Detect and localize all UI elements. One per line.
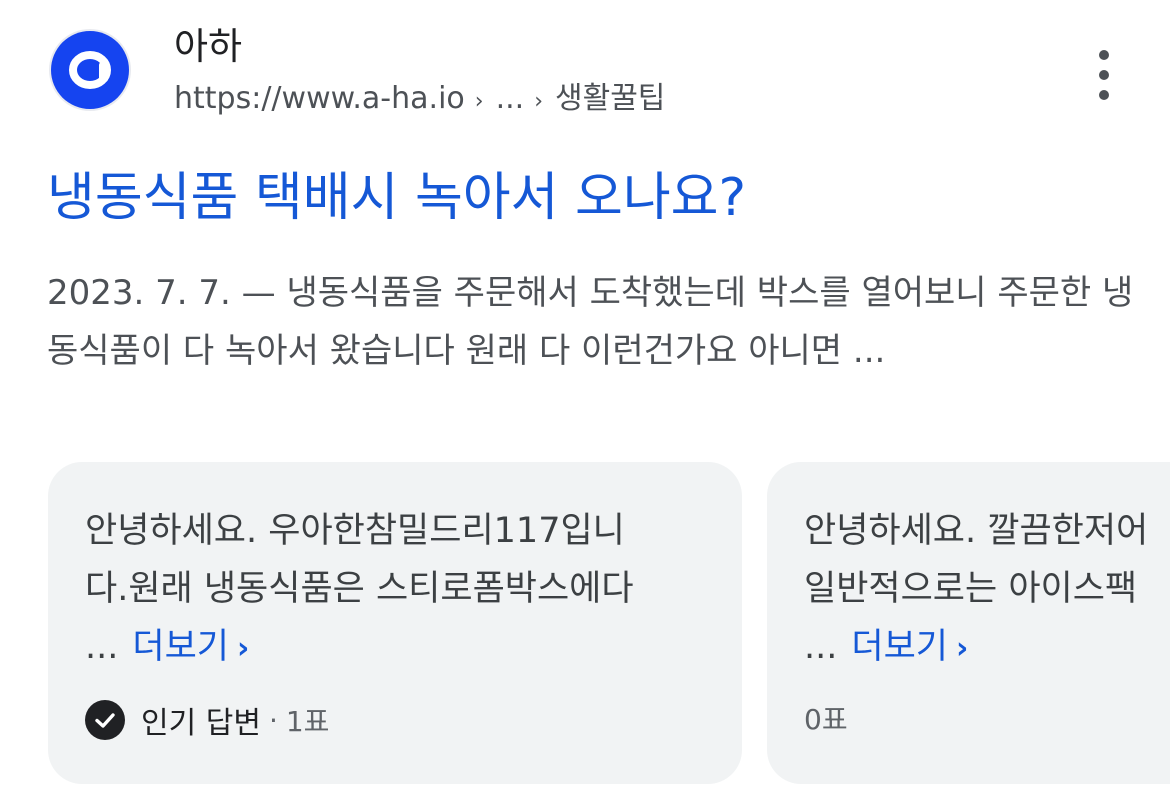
answer-footer: 인기 답변 · 1표 <box>85 698 329 742</box>
breadcrumb: https://www.a-ha.io ›... › 생활꿀팁 <box>174 80 665 121</box>
answer-line: 안녕하세요. 우아한참밀드리117입니 <box>85 511 625 551</box>
dot-icon <box>1099 70 1109 80</box>
chevron-right-icon: › <box>237 631 250 666</box>
more-link[interactable]: 더보기 › <box>132 627 249 667</box>
answer-line-more: ... 더보기 › <box>804 618 1170 676</box>
aha-logo-icon <box>51 31 129 109</box>
answer-card[interactable]: 안녕하세요. 우아한참밀드리117입니 다.원래 냉동식품은 스티로폼박스에다 … <box>48 462 742 784</box>
vote-count: 1표 <box>285 705 330 738</box>
more-options-button[interactable] <box>1084 50 1124 100</box>
more-link[interactable]: 더보기 › <box>851 627 968 667</box>
dot-icon <box>1099 50 1109 60</box>
breadcrumb-category: 생활꿀팁 <box>555 81 666 116</box>
check-circle-icon <box>85 700 125 740</box>
answer-text: 안녕하세요. 우아한참밀드리117입니 다.원래 냉동식품은 스티로폼박스에다 … <box>85 502 725 676</box>
vote-count: 0표 <box>804 703 848 736</box>
dot-icon <box>1099 90 1109 100</box>
result-title-link[interactable]: 냉동식품 택배시 녹아서 오나요? <box>47 166 746 230</box>
answer-line: 안녕하세요. 깔끔한저어 <box>804 511 1149 551</box>
answer-line-more: ... 더보기 › <box>85 618 725 676</box>
result-snippet: 2023. 7. 7. — 냉동식품을 주문해서 도착했는데 박스를 열어보니 … <box>47 264 1137 380</box>
chevron-right-icon: › <box>474 89 484 114</box>
more-link-label: 더보기 <box>132 627 229 667</box>
popular-answer-badge: 인기 답변 <box>141 706 261 741</box>
answer-footer: 0표 <box>804 698 848 738</box>
answer-card[interactable]: 안녕하세요. 깔끔한저어 일반적으로는 아이스팩 ... 더보기 › 0표 <box>767 462 1170 784</box>
answer-ellipsis: ... <box>804 627 838 667</box>
url-text: https://www.a-ha.io <box>174 81 465 116</box>
site-logo[interactable] <box>49 29 131 111</box>
site-name[interactable]: 아하 <box>174 24 242 70</box>
answer-text: 안녕하세요. 깔끔한저어 일반적으로는 아이스팩 ... 더보기 › <box>804 502 1170 676</box>
separator-dot: · <box>268 703 278 737</box>
breadcrumb-ellipsis: ... <box>495 81 525 116</box>
chevron-right-icon: › <box>956 631 969 666</box>
chevron-right-icon: › <box>534 89 543 114</box>
more-link-label: 더보기 <box>851 627 948 667</box>
snippet-date: 2023. 7. 7. — <box>47 273 276 313</box>
answer-line: 다.원래 냉동식품은 스티로폼박스에다 <box>85 569 634 609</box>
answer-line: 일반적으로는 아이스팩 <box>804 569 1138 609</box>
answer-ellipsis: ... <box>85 627 119 667</box>
